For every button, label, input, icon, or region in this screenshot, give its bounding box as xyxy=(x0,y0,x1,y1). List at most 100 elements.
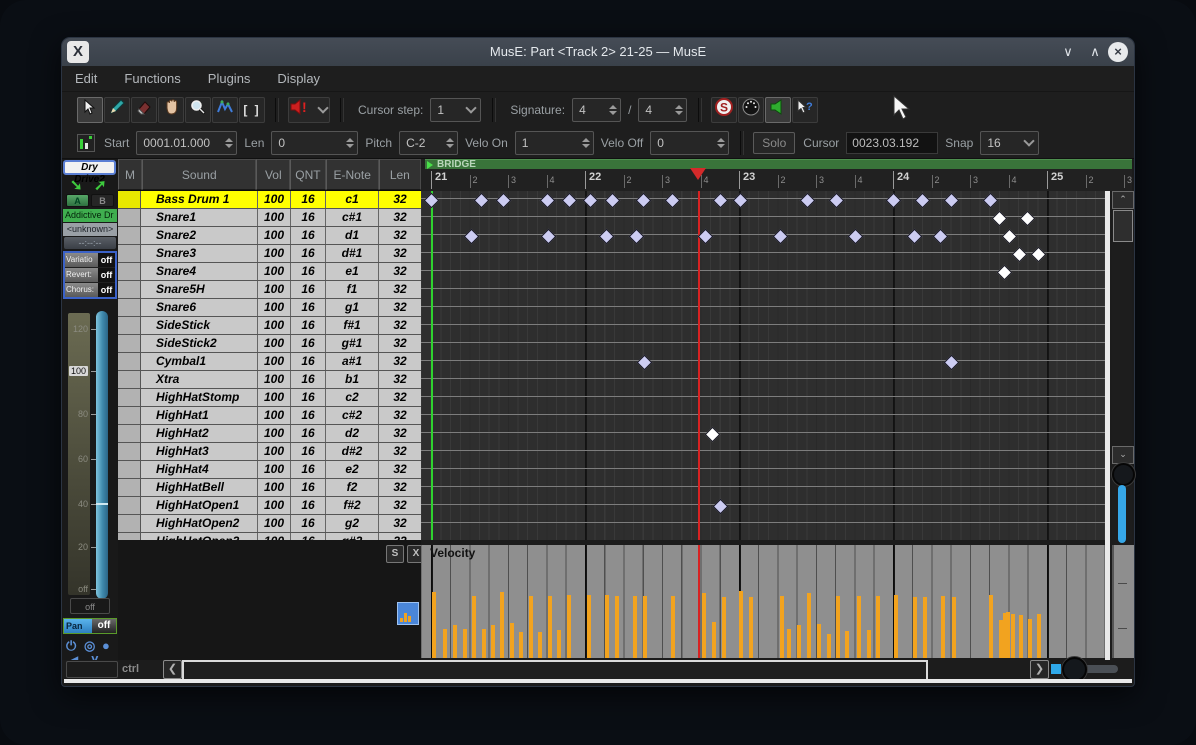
signature-den-spinbox[interactable]: 4 xyxy=(638,98,687,122)
scroll-down-button[interactable]: ⌄ xyxy=(1112,446,1134,464)
window-shade-button[interactable]: ∨ xyxy=(1058,42,1078,62)
len-cell[interactable]: 32 xyxy=(379,533,421,540)
enote-cell[interactable]: f1 xyxy=(326,281,379,298)
drum-row-xtra[interactable]: Xtra10016b132 xyxy=(118,371,421,389)
step-record-icon[interactable] xyxy=(77,134,95,152)
mute-cell[interactable] xyxy=(118,191,141,208)
vol-cell[interactable]: 100 xyxy=(258,461,291,478)
enote-cell[interactable]: e2 xyxy=(326,461,379,478)
mute-cell[interactable] xyxy=(118,335,141,352)
vol-cell[interactable]: 100 xyxy=(258,335,291,352)
velocity-bar[interactable] xyxy=(836,596,840,658)
enote-cell[interactable]: c1 xyxy=(326,191,379,208)
len-cell[interactable]: 32 xyxy=(379,299,421,316)
drum-note[interactable] xyxy=(800,193,816,209)
vol-cell[interactable]: 100 xyxy=(258,371,291,388)
drum-note[interactable] xyxy=(599,229,615,245)
drum-note[interactable] xyxy=(907,229,923,245)
len-cell[interactable]: 32 xyxy=(379,389,421,406)
velocity-bar[interactable] xyxy=(749,597,753,658)
vol-cell[interactable]: 100 xyxy=(258,443,291,460)
velocity-bar[interactable] xyxy=(443,629,447,658)
drum-note[interactable] xyxy=(541,229,557,245)
drum-row-cymbal1[interactable]: Cymbal110016a#132 xyxy=(118,353,421,371)
drum-row-highhatopen1[interactable]: HighHatOpen110016f#232 xyxy=(118,497,421,515)
route-output-icon[interactable]: ➚ xyxy=(94,176,107,194)
velocity-bar[interactable] xyxy=(510,623,514,658)
velocity-bar[interactable] xyxy=(923,597,927,658)
mute-cell[interactable] xyxy=(118,209,141,226)
sound-cell[interactable]: HighHatOpen1 xyxy=(141,497,258,514)
vol-cell[interactable]: 100 xyxy=(258,425,291,442)
enote-cell[interactable]: d#2 xyxy=(326,443,379,460)
power-icon[interactable]: ⏻ xyxy=(66,638,76,654)
monitor-icon[interactable]: ● xyxy=(102,638,110,653)
vol-cell[interactable]: 100 xyxy=(258,353,291,370)
drum-note[interactable] xyxy=(713,193,729,209)
qnt-cell[interactable]: 16 xyxy=(291,515,326,532)
velocity-bar[interactable] xyxy=(671,596,675,658)
velocity-bar[interactable] xyxy=(567,595,571,658)
drum-row-highhat1[interactable]: HighHat110016c#232 xyxy=(118,407,421,425)
qnt-cell[interactable]: 16 xyxy=(291,443,326,460)
zoom-tool[interactable] xyxy=(185,97,211,123)
drum-row-snare1[interactable]: Snare110016c#132 xyxy=(118,209,421,227)
velocity-bar[interactable] xyxy=(500,592,504,658)
drum-row-highhatopen3[interactable]: HighHatOpen310016g#232 xyxy=(118,533,421,540)
velocity-bar[interactable] xyxy=(876,596,880,658)
record-icon[interactable]: ◎ xyxy=(84,638,95,654)
bar-ruler[interactable]: 2123422234232342423425234 xyxy=(421,169,1132,191)
scroll-up-button[interactable]: ⌃ xyxy=(1112,191,1134,209)
velocity-bar[interactable] xyxy=(432,592,436,658)
velocity-bar[interactable] xyxy=(845,631,849,658)
velocity-bar[interactable] xyxy=(702,593,706,658)
draw-tool[interactable] xyxy=(212,97,238,123)
range-tool[interactable]: [ ] xyxy=(239,97,265,123)
len-cell[interactable]: 32 xyxy=(379,479,421,496)
playhead-marker[interactable] xyxy=(690,168,706,180)
ab-button-a[interactable]: A xyxy=(66,194,89,207)
len-cell[interactable]: 32 xyxy=(379,317,421,334)
velocity-bar[interactable] xyxy=(857,596,861,658)
column-header-m[interactable]: M xyxy=(118,159,142,190)
qnt-cell[interactable]: 16 xyxy=(291,191,326,208)
velocity-bar[interactable] xyxy=(952,597,956,658)
velocity-bar[interactable] xyxy=(739,591,743,658)
velocity-bar[interactable] xyxy=(557,630,561,658)
velocity-bar[interactable] xyxy=(787,629,791,658)
sound-cell[interactable]: Bass Drum 1 xyxy=(141,191,258,208)
drum-row-highhatstomp[interactable]: HighHatStomp10016c232 xyxy=(118,389,421,407)
enote-cell[interactable]: c2 xyxy=(326,389,379,406)
velocity-bar[interactable] xyxy=(633,596,637,658)
mute-cell[interactable] xyxy=(118,299,141,316)
drum-note[interactable] xyxy=(636,193,652,209)
qnt-cell[interactable]: 16 xyxy=(291,281,326,298)
column-header-vol[interactable]: Vol xyxy=(256,159,290,190)
mute-cell[interactable] xyxy=(118,461,141,478)
drum-note[interactable] xyxy=(562,193,578,209)
vol-cell[interactable]: 100 xyxy=(258,299,291,316)
enote-cell[interactable]: d1 xyxy=(326,227,379,244)
qnt-cell[interactable]: 16 xyxy=(291,209,326,226)
drum-note[interactable] xyxy=(983,193,999,209)
vol-cell[interactable]: 100 xyxy=(258,245,291,262)
len-cell[interactable]: 32 xyxy=(379,263,421,280)
drum-row-highhatbell[interactable]: HighHatBell10016f232 xyxy=(118,479,421,497)
len-cell[interactable]: 32 xyxy=(379,461,421,478)
title-bar[interactable]: X MusE: Part <Track 2> 21-25 — MusE ∨ ∧ … xyxy=(62,38,1134,66)
drum-note[interactable] xyxy=(1012,247,1028,263)
mute-cell[interactable] xyxy=(118,515,141,532)
drum-note[interactable] xyxy=(705,427,721,443)
velocity-bar[interactable] xyxy=(519,632,523,658)
len-cell[interactable]: 32 xyxy=(379,353,421,370)
velocity-bar[interactable] xyxy=(1019,615,1023,658)
mute-cell[interactable] xyxy=(118,533,141,540)
velocity-bar[interactable] xyxy=(913,597,917,658)
mute-cell[interactable] xyxy=(118,371,141,388)
pan-control[interactable]: Pan off xyxy=(63,618,117,634)
velocity-bar[interactable] xyxy=(482,629,486,658)
mute-cell[interactable] xyxy=(118,497,141,514)
vol-cell[interactable]: 100 xyxy=(258,209,291,226)
drum-row-snare2[interactable]: Snare210016d132 xyxy=(118,227,421,245)
len-spinbox[interactable]: 0 xyxy=(271,131,358,155)
